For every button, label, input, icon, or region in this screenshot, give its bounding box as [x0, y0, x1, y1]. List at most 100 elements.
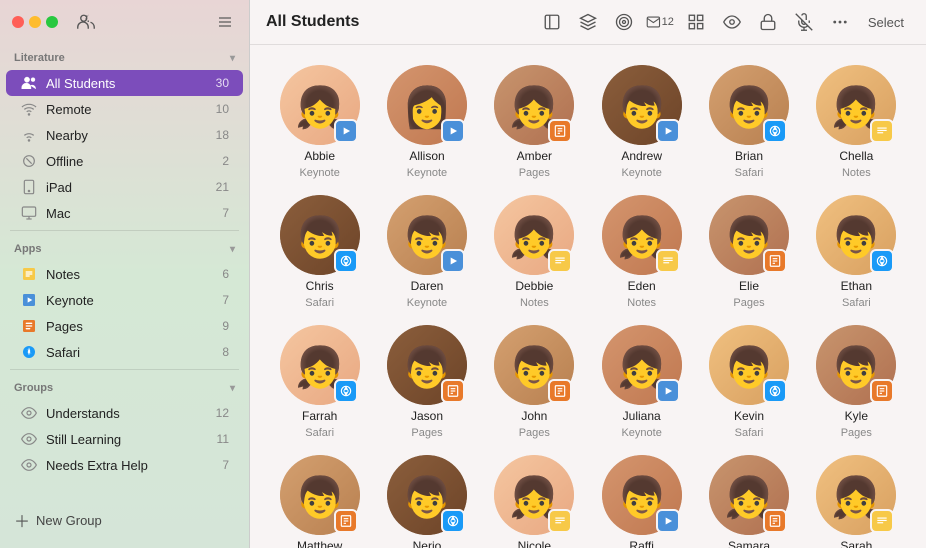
student-card-amber[interactable]: 👧 Amber Pages — [485, 65, 584, 179]
pages-icon — [20, 317, 38, 335]
app-badge-chris — [334, 249, 358, 273]
sidebar-item-notes[interactable]: Notes 6 — [6, 261, 243, 287]
sidebar-label-remote: Remote — [46, 102, 208, 117]
student-name-abbie: Abbie — [304, 149, 335, 163]
student-card-kevin[interactable]: 👦 Kevin Safari — [699, 325, 798, 439]
minimize-button[interactable] — [29, 16, 41, 28]
student-name-ethan: Ethan — [841, 279, 872, 293]
student-card-abbie[interactable]: 👧 Abbie Keynote — [270, 65, 369, 179]
app-badge-amber — [548, 119, 572, 143]
layers-icon[interactable] — [574, 8, 602, 36]
sidebar-item-pages[interactable]: Pages 9 — [6, 313, 243, 339]
student-card-nicole[interactable]: 👧 Nicole Notes — [485, 455, 584, 548]
select-button[interactable]: Select — [862, 13, 910, 32]
student-card-matthew[interactable]: 👦 Matthew Pages — [270, 455, 369, 548]
sidebar-item-mac[interactable]: Mac 7 — [6, 200, 243, 226]
sidebar-count-mac: 7 — [222, 206, 229, 220]
sidebar-label-understands: Understands — [46, 406, 208, 421]
student-app-allison: Keynote — [407, 167, 447, 179]
literature-section: Literature ▾ — [0, 44, 249, 70]
sidebar-item-offline[interactable]: Offline 2 — [6, 148, 243, 174]
student-name-nicole: Nicole — [518, 539, 551, 548]
app-badge-juliana — [656, 379, 680, 403]
student-card-jason[interactable]: 👦 Jason Pages — [377, 325, 476, 439]
ipad-icon — [20, 178, 38, 196]
student-card-andrew[interactable]: 👦 Andrew Keynote — [592, 65, 691, 179]
avatar-ethan: 👦 — [816, 195, 896, 275]
needs-extra-help-icon — [20, 456, 38, 474]
student-name-brian: Brian — [735, 149, 763, 163]
avatar-eden: 👧 — [602, 195, 682, 275]
student-card-debbie[interactable]: 👧 Debbie Notes — [485, 195, 584, 309]
student-app-brian: Safari — [735, 167, 764, 179]
maximize-button[interactable] — [46, 16, 58, 28]
sidebar-label-offline: Offline — [46, 154, 214, 169]
student-name-sarah: Sarah — [840, 539, 872, 548]
mail-button[interactable]: 12 — [646, 8, 674, 36]
student-name-kyle: Kyle — [845, 409, 868, 423]
keynote-icon — [20, 291, 38, 309]
lock-icon[interactable] — [754, 8, 782, 36]
student-card-eden[interactable]: 👧 Eden Notes — [592, 195, 691, 309]
app-badge-abbie — [334, 119, 358, 143]
close-button[interactable] — [12, 16, 24, 28]
sidebar-item-still-learning[interactable]: Still Learning 11 — [6, 426, 243, 452]
sidebar-item-remote[interactable]: Remote 10 — [6, 96, 243, 122]
student-name-matthew: Matthew — [297, 539, 342, 548]
notes-icon — [20, 265, 38, 283]
sidebar-item-understands[interactable]: Understands 12 — [6, 400, 243, 426]
sidebar-item-nearby[interactable]: Nearby 18 — [6, 122, 243, 148]
nearby-icon — [20, 126, 38, 144]
student-name-jason: Jason — [411, 409, 443, 423]
student-card-allison[interactable]: 👩 Allison Keynote — [377, 65, 476, 179]
sidebar-item-all-students[interactable]: All Students 30 — [6, 70, 243, 96]
sidebar-item-keynote[interactable]: Keynote 7 — [6, 287, 243, 313]
student-card-chris[interactable]: 👦 Chris Safari — [270, 195, 369, 309]
sidebar-item-ipad[interactable]: iPad 21 — [6, 174, 243, 200]
student-card-chella[interactable]: 👧 Chella Notes — [807, 65, 906, 179]
new-group-button[interactable]: ＋ New Group — [0, 500, 249, 540]
student-card-john[interactable]: 👦 John Pages — [485, 325, 584, 439]
eye-icon[interactable] — [718, 8, 746, 36]
target-icon[interactable] — [610, 8, 638, 36]
avatar-matthew: 👦 — [280, 455, 360, 535]
student-name-debbie: Debbie — [515, 279, 553, 293]
student-card-ethan[interactable]: 👦 Ethan Safari — [807, 195, 906, 309]
avatar-brian: 👦 — [709, 65, 789, 145]
list-icon[interactable] — [213, 10, 237, 34]
avatar-abbie: 👧 — [280, 65, 360, 145]
sidebar-toggle-button[interactable] — [538, 8, 566, 36]
sidebar-item-needs-extra-help[interactable]: Needs Extra Help 7 — [6, 452, 243, 478]
groups-section: Groups ▾ — [0, 374, 249, 400]
app-badge-nerio — [441, 509, 465, 533]
avatar-andrew: 👦 — [602, 65, 682, 145]
student-card-samara[interactable]: 👧 Samara Pages — [699, 455, 798, 548]
traffic-lights — [12, 16, 58, 28]
avatar-nerio: 👦 — [387, 455, 467, 535]
student-name-raffi: Raffi — [629, 539, 653, 548]
student-card-raffi[interactable]: 👦 Raffi Keynote — [592, 455, 691, 548]
student-name-eden: Eden — [628, 279, 656, 293]
people-icon[interactable] — [74, 10, 98, 34]
student-card-sarah[interactable]: 👧 Sarah Notes — [807, 455, 906, 548]
page-title: All Students — [266, 13, 530, 31]
student-card-kyle[interactable]: 👦 Kyle Pages — [807, 325, 906, 439]
student-card-juliana[interactable]: 👧 Juliana Keynote — [592, 325, 691, 439]
student-app-kevin: Safari — [735, 427, 764, 439]
app-badge-brian — [763, 119, 787, 143]
avatar-john: 👦 — [494, 325, 574, 405]
sidebar-item-safari[interactable]: Safari 8 — [6, 339, 243, 365]
student-card-brian[interactable]: 👦 Brian Safari — [699, 65, 798, 179]
mac-icon — [20, 204, 38, 222]
more-button[interactable] — [826, 8, 854, 36]
mail-count: 12 — [662, 16, 674, 28]
student-card-elie[interactable]: 👦 Elie Pages — [699, 195, 798, 309]
sidebar: Literature ▾ All Students 30 Remote 10 N… — [0, 0, 250, 548]
avatar-raffi: 👦 — [602, 455, 682, 535]
student-card-nerio[interactable]: 👦 Nerio Safari — [377, 455, 476, 548]
grid-icon[interactable] — [682, 8, 710, 36]
mic-slash-icon[interactable] — [790, 8, 818, 36]
student-card-daren[interactable]: 👦 Daren Keynote — [377, 195, 476, 309]
student-card-farrah[interactable]: 👧 Farrah Safari — [270, 325, 369, 439]
student-name-john: John — [521, 409, 547, 423]
